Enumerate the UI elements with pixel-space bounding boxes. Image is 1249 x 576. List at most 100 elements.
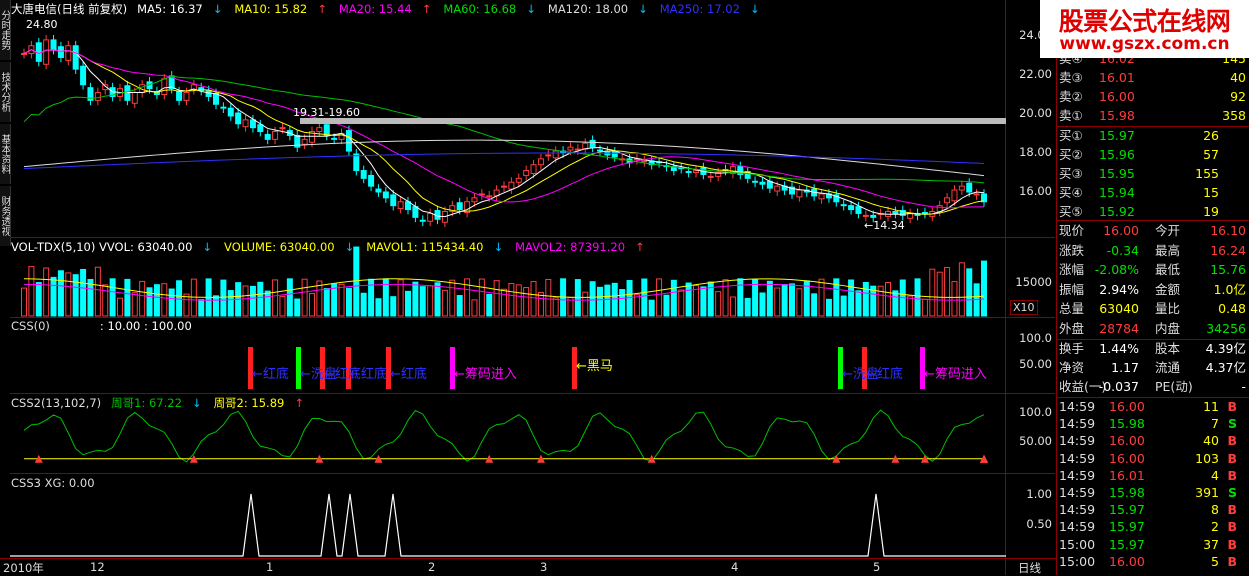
candle-body (249, 119, 256, 129)
volume-bar (744, 297, 751, 317)
volume-bar (249, 285, 256, 317)
volume-bar (656, 278, 663, 317)
volume-bar (353, 246, 360, 317)
candle-body (523, 170, 530, 176)
volume-bar (552, 297, 559, 317)
volume-bar (117, 297, 123, 317)
volume-bar (456, 295, 463, 317)
candle-body (50, 39, 57, 51)
tick-row[interactable]: 15:00 15.97 37 B (1059, 537, 1249, 553)
bid-row[interactable]: 买⑤ 15.92 19 (1059, 203, 1249, 220)
volume-bar (545, 278, 552, 317)
tick-row[interactable]: 15:00 16.00 5 B (1059, 554, 1249, 570)
candle-body (331, 137, 338, 140)
period-label[interactable]: 日线 (1018, 560, 1041, 576)
vol-label-2: MAVOL1: 115434.40 (366, 240, 484, 254)
volume-bar (936, 271, 943, 317)
tick-row[interactable]: 14:59 15.97 2 B (1059, 519, 1249, 535)
x-tick-label: 2010年 (3, 561, 44, 575)
stat-row: 外盘 28784 内盘 34256 (1059, 320, 1246, 336)
tick-row[interactable]: 14:59 15.97 8 B (1059, 502, 1249, 518)
y-label: 18.00 (1019, 145, 1052, 159)
volume-bar (685, 282, 692, 317)
tick-row[interactable]: 14:59 15.98 391 S (1059, 485, 1249, 501)
ma-label-1: MA10: 15.82 (234, 2, 308, 16)
bid-row[interactable]: 买① 15.97 26 (1059, 127, 1249, 144)
tick-row[interactable]: 14:59 16.00 40 B (1059, 433, 1249, 449)
ma-label-3: MA60: 16.68 (443, 2, 517, 16)
tick-row[interactable]: 14:59 16.00 11 B (1059, 399, 1249, 415)
volume-bar (176, 280, 183, 317)
volume-bar (286, 278, 293, 317)
vol-label-3: MAVOL2: 87391.20 (515, 240, 626, 254)
volume-bar (825, 298, 832, 317)
candle-body (427, 212, 434, 222)
candle-body (161, 78, 168, 96)
volume-bar (892, 290, 899, 317)
candle-body (412, 206, 419, 218)
main-chart[interactable] (10, 0, 1006, 558)
stat2-row: 收益(一) -0.037 PE(动) - (1059, 379, 1246, 394)
ma-label-2: MA20: 15.44 (338, 2, 412, 16)
candle-body (397, 201, 404, 210)
candle-body (131, 92, 138, 104)
candle-body (796, 189, 803, 198)
x-tick-label: 1 (266, 560, 274, 574)
tick-row[interactable]: 14:59 16.00 103 B (1059, 451, 1249, 467)
css-y-label: 50.00 (1019, 357, 1052, 371)
bid-row[interactable]: 买③ 15.95 155 (1059, 165, 1249, 182)
volume-bar (515, 284, 522, 317)
volume-bar (87, 278, 94, 317)
candle-body (456, 202, 463, 211)
css2-y-label: 100.0 (1019, 405, 1052, 419)
candle-body (921, 211, 928, 214)
candle-body (545, 154, 552, 157)
bid-row[interactable]: 买② 15.96 57 (1059, 146, 1249, 163)
volume-bar (28, 266, 35, 317)
volume-bar (242, 285, 249, 317)
candle-body (693, 170, 699, 174)
stat-row: 现价 16.00 今开 16.10 (1059, 223, 1246, 238)
volume-bar (124, 278, 131, 317)
candle-body (235, 112, 242, 125)
volume-bar (397, 279, 404, 317)
y-label: 22.00 (1019, 67, 1052, 81)
volume-bar (43, 267, 50, 317)
tick-row[interactable]: 14:59 16.01 4 B (1059, 468, 1249, 484)
tick-row[interactable]: 14:59 15.98 7 S (1059, 416, 1249, 432)
candle-body (345, 130, 352, 152)
volume-bar (604, 284, 611, 317)
bid-row[interactable]: 买④ 15.94 15 (1059, 184, 1249, 201)
volume-bar (279, 295, 286, 317)
ask-row[interactable]: 卖② 16.00 92 (1059, 88, 1249, 105)
signal-label: ←黑马 (576, 359, 613, 374)
ma-label-5: MA250: 17.02 (659, 2, 740, 16)
volume-bar (309, 293, 315, 317)
candle-body (57, 46, 64, 58)
candle-body (21, 53, 27, 56)
volume-bar (471, 299, 478, 317)
candle-body (323, 124, 330, 136)
candle-body (213, 93, 219, 105)
volume-bar (670, 279, 677, 317)
volume-bar (227, 290, 234, 317)
volume-bar (501, 288, 507, 317)
volume-bar (840, 295, 847, 317)
signal-label: ←红底 (390, 367, 427, 382)
candle-body (589, 139, 596, 148)
vol-label-0: VOL-TDX(5,10) VVOL: 63040.00 (11, 240, 193, 254)
ask-row[interactable]: 卖① 15.98 358 (1059, 107, 1249, 124)
volume-bar (449, 279, 456, 317)
volume-bar (390, 296, 397, 317)
zhouge1-line (23, 409, 985, 463)
ask-row[interactable]: 卖③ 16.01 40 (1059, 69, 1249, 86)
css-panel-title: CSS(0): 10.00 : 100.00 (11, 319, 192, 333)
volume-bar (811, 293, 818, 317)
volume-bar (301, 278, 308, 317)
candle-body (870, 214, 877, 218)
volume-bar (678, 289, 685, 317)
volume-bar (345, 287, 352, 317)
volume-bar (862, 281, 869, 317)
volume-bar (50, 276, 57, 317)
volume-bar (611, 282, 618, 317)
